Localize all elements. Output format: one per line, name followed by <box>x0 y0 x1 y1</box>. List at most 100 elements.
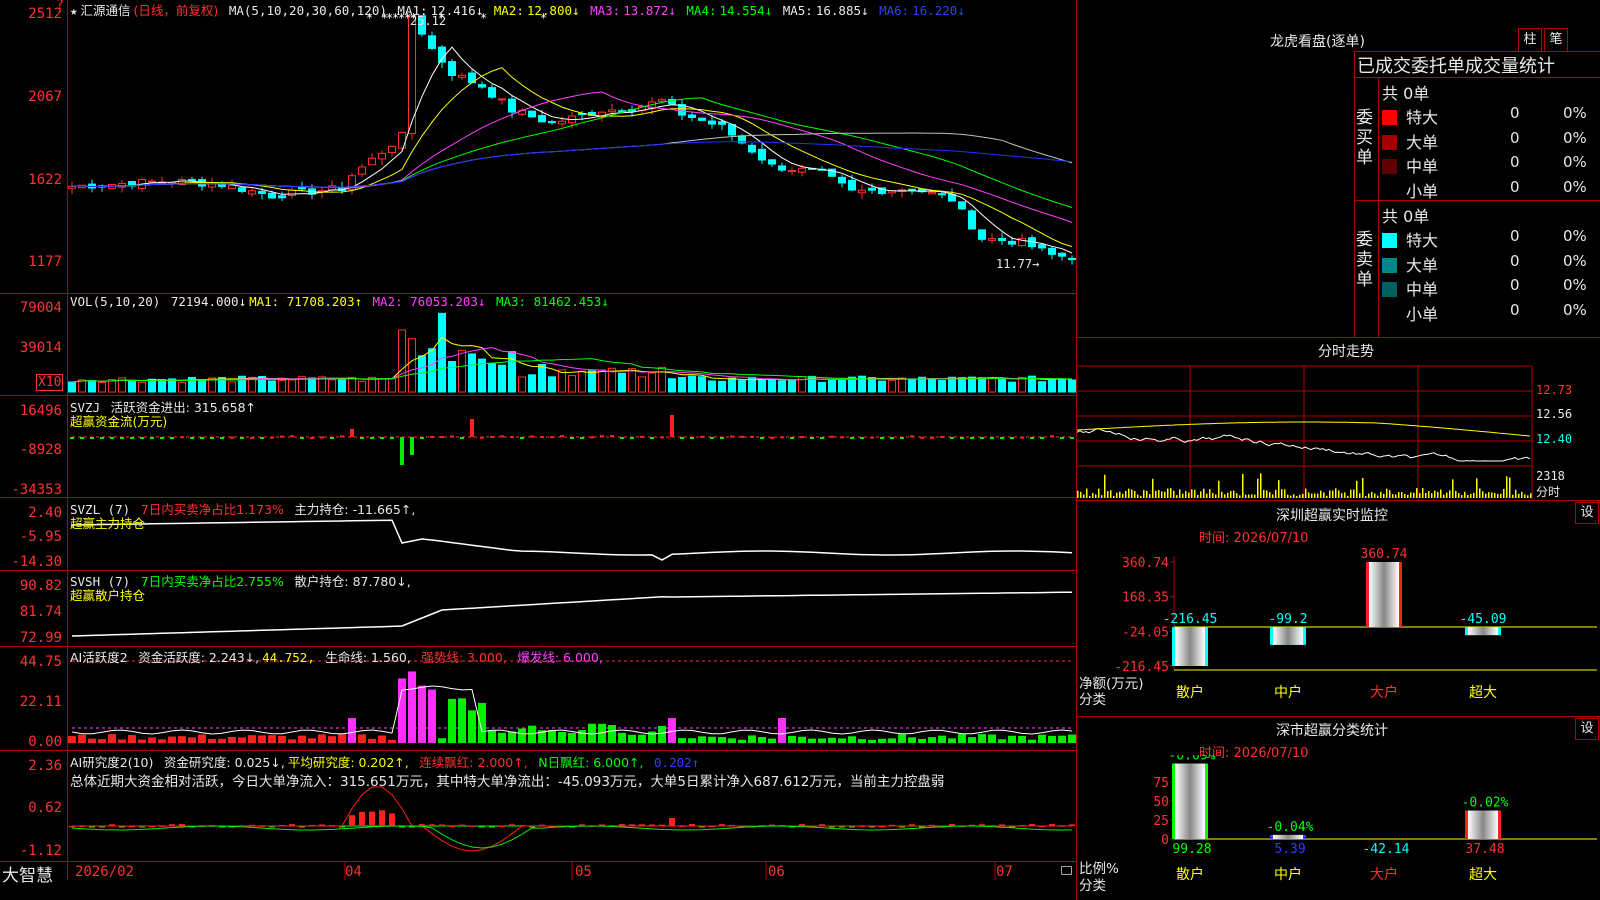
buy-pct: 0% <box>1563 104 1587 122</box>
svzj-bar <box>550 436 554 439</box>
candle-body <box>1008 240 1016 245</box>
volume-bar <box>388 378 396 393</box>
buy-row[interactable]: 大单 0 0% <box>1382 129 1600 153</box>
intraday-volume-bar <box>1116 492 1118 498</box>
volume-bar <box>558 369 566 393</box>
volume-header: VOL(5,10,20) 72194.000↓ MA1: 71708.203↑ M… <box>70 294 612 309</box>
svzj-tick: 16496 <box>19 403 62 419</box>
intraday-volume-bar <box>1323 492 1325 498</box>
svzj-bar <box>580 437 584 439</box>
ai-active-bar <box>168 736 176 743</box>
buy-color-swatch <box>1382 110 1397 125</box>
ai-active-bar <box>938 735 946 743</box>
ai-active-bar <box>318 734 326 743</box>
intraday-volume-bar <box>1227 492 1229 498</box>
panel-divider <box>0 861 1076 862</box>
svzj-bar <box>370 437 374 439</box>
ai-active-tick: 0.00 <box>28 734 62 750</box>
svzl-desc: 7日内买卖净占比1.173% <box>140 502 284 517</box>
ai-active-bar <box>778 718 786 743</box>
ma3-label: MA3: <box>590 3 621 18</box>
ai-active-bar <box>818 738 826 743</box>
monitor-bar-value: -216.45 <box>1163 612 1218 627</box>
ai-active-bar <box>558 731 566 743</box>
volume-unit[interactable]: X10 <box>36 374 64 391</box>
intraday-volume-bar <box>1365 495 1367 498</box>
right-divider <box>1077 337 1600 338</box>
volume-bar <box>528 374 536 393</box>
classify-settings-button[interactable]: 设 <box>1575 718 1599 740</box>
candle-body <box>798 167 806 173</box>
buy-count: 0 <box>1510 128 1520 147</box>
monitor-settings-button[interactable]: 设 <box>1575 502 1599 524</box>
ai-research-bar <box>459 824 465 827</box>
classify-y-tick-label: 0 <box>1161 833 1169 848</box>
ai-active-bar <box>488 729 496 743</box>
pen-mode-button[interactable]: 笔 <box>1544 28 1568 52</box>
intraday-volume-bar <box>1407 494 1409 498</box>
intraday-volume-bar <box>1461 495 1463 498</box>
intraday-volume-bar <box>1176 495 1178 498</box>
volume-bar <box>618 372 626 393</box>
volume-bar <box>468 353 476 393</box>
favorite-star-icon[interactable]: ★ <box>70 3 78 18</box>
intraday-chart[interactable] <box>1077 362 1600 500</box>
ma3-value: 13.872↓ <box>623 3 676 18</box>
intraday-volume-bar <box>1518 493 1520 498</box>
intraday-volume-bar <box>1497 493 1499 498</box>
svzj-bar <box>690 437 694 439</box>
svzj-bar <box>350 429 354 437</box>
sell-row[interactable]: 大单 0 0% <box>1382 252 1600 276</box>
svzj-bar <box>70 437 74 439</box>
sell-side-label: 委卖单 <box>1356 230 1373 290</box>
volume-bar <box>728 377 736 393</box>
buy-row[interactable]: 特大 0 0% <box>1382 104 1600 128</box>
candle-body <box>288 189 296 197</box>
ai-active-bar <box>348 718 356 743</box>
period-label[interactable]: (日线，前复权) <box>134 3 219 18</box>
ai-research-v2: 平均研究度: 0.202↑, <box>287 755 409 770</box>
candle-body <box>948 194 956 202</box>
sell-count: 0 <box>1510 227 1520 245</box>
svzj-bar <box>820 437 824 439</box>
svzj-bar <box>650 437 654 439</box>
sell-color-swatch <box>1382 282 1397 297</box>
low-price-label: 11.77→ <box>996 257 1040 271</box>
lock-icon[interactable] <box>1061 866 1072 875</box>
volume-bar <box>1008 381 1016 393</box>
ai-active-bar <box>568 732 576 743</box>
candle-body <box>788 170 796 173</box>
ai-active-bar <box>928 737 936 743</box>
intraday-volume-bar <box>1527 495 1529 498</box>
volume-ma2: MA2: 76053.203↓ <box>372 294 486 309</box>
classify-category-label: 大户 <box>1370 866 1398 883</box>
ai-active-bar <box>658 725 666 743</box>
intraday-volume-bar <box>1509 477 1511 498</box>
svzj-bar <box>440 436 444 439</box>
intraday-volume-bar <box>1305 488 1307 498</box>
intraday-volume-bar <box>1404 494 1406 498</box>
buy-row[interactable]: 中单 0 0% <box>1382 153 1600 177</box>
ai-research-bar <box>369 811 375 826</box>
sell-row[interactable]: 特大 0 0% <box>1382 227 1600 251</box>
sell-row[interactable]: 小单 0 0% <box>1382 301 1600 325</box>
intraday-volume-bar <box>1392 494 1394 498</box>
intraday-volume-bar <box>1293 494 1295 498</box>
monitor-bar <box>1175 626 1205 666</box>
svzj-bar <box>600 435 604 438</box>
bar-mode-button[interactable]: 柱 <box>1518 28 1542 52</box>
svzj-bar <box>250 436 254 439</box>
intraday-volume-bar <box>1380 491 1382 498</box>
ma2-value: 12.800↓ <box>526 3 580 18</box>
intraday-volume-bar <box>1485 493 1487 498</box>
candle-body <box>1058 252 1066 257</box>
sell-row[interactable]: 中单 0 0% <box>1382 276 1600 300</box>
intraday-volume-bar <box>1500 493 1502 498</box>
ai-active-bar <box>988 734 996 743</box>
buy-row[interactable]: 小单 0 0% <box>1382 178 1600 202</box>
sell-count: 0 <box>1510 276 1520 294</box>
ai-research-bar <box>439 824 445 826</box>
ai-active-bar <box>758 737 766 743</box>
intraday-volume-bar <box>1515 489 1517 498</box>
classify-y-tick-label: 50 <box>1153 795 1169 810</box>
